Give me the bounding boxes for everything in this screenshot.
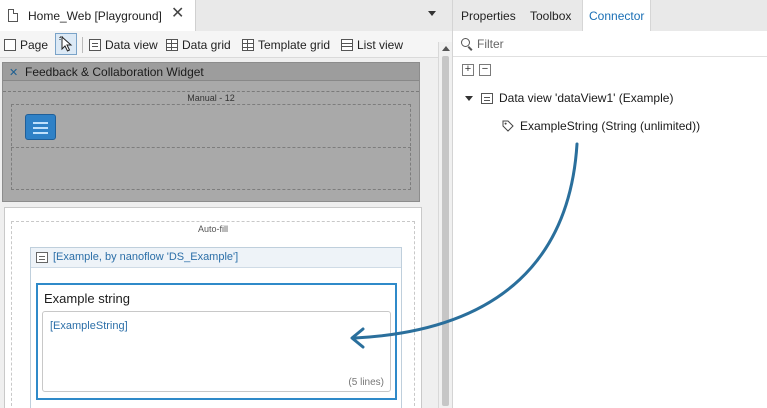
page-button-label: Page [20,38,49,52]
template-grid-button[interactable]: Template grid [242,35,330,55]
data-view-button[interactable]: Data view [89,35,158,55]
chevron-down-icon[interactable] [465,95,473,101]
tab-list-dropdown-icon[interactable] [428,11,436,16]
canvas-scrollbar[interactable] [438,42,452,408]
scrollbar-thumb[interactable] [442,56,449,406]
tree-node-data-view[interactable]: Data view 'dataView1' (Example) [465,89,673,107]
tree-node-data-view-label: Data view 'dataView1' (Example) [499,91,674,105]
layout-container-autofill[interactable]: Auto-fill [Example, by nanoflow 'DS_Exam… [11,221,415,408]
template-grid-button-label: Template grid [258,38,331,52]
data-view-button-label: Data view [105,38,158,52]
data-view-icon [481,92,493,104]
side-panel-tabs: Properties Toolbox Connector [453,0,767,31]
document-tab-title: Home_Web [Playground] [28,9,162,23]
scroll-up-icon[interactable] [442,46,450,51]
text-area-field[interactable]: [ExampleString] (5 lines) [42,311,391,392]
editor-tab-bar: Home_Web [Playground] ✕ [0,0,452,31]
layout-row-divider [11,147,411,148]
layout-container-manual[interactable]: Manual - 12 [3,91,419,199]
page-icon [8,9,18,22]
manual-label: Manual - 12 [187,93,235,103]
tag-icon [502,120,514,132]
filter-bar [453,31,767,57]
filter-input[interactable] [477,35,757,53]
close-icon[interactable]: ✕ [171,6,184,22]
search-icon [461,38,470,47]
page-button[interactable]: Page [4,35,48,55]
data-view-source: [Example, by nanoflow 'DS_Example'] [53,251,239,263]
snippet-header: ✕ Feedback & Collaboration Widget [3,63,419,81]
data-grid-button-label: Data grid [182,38,231,52]
expand-all-button[interactable]: + [462,64,474,76]
snippet-icon: ✕ [9,67,19,79]
list-view-button-label: List view [357,38,404,52]
text-area-widget[interactable]: Example string [ExampleString] (5 lines) [36,283,397,400]
text-area-lines: (5 lines) [348,377,384,388]
tab-connector[interactable]: Connector [582,0,652,31]
list-view-icon [341,39,353,51]
autofill-label: Auto-fill [197,224,228,234]
list-view-button[interactable]: List view [341,35,403,55]
page-content-area: Auto-fill [Example, by nanoflow 'DS_Exam… [4,207,422,408]
document-tab[interactable]: Home_Web [Playground] ✕ [0,0,196,31]
data-view-icon [36,252,48,263]
side-panel: Properties Toolbox Connector + − Data vi… [452,0,767,408]
data-view-widget[interactable]: [Example, by nanoflow 'DS_Example'] Exam… [30,247,402,408]
data-view-icon [89,39,101,51]
pointer-tool-button[interactable] [55,33,77,55]
text-area-value: [ExampleString] [50,320,128,332]
menu-widget[interactable] [25,114,56,140]
data-grid-button[interactable]: Data grid [166,35,231,55]
tab-properties[interactable]: Properties [461,9,516,23]
tree-node-attribute-label: ExampleString (String (unlimited)) [520,119,701,133]
tab-toolbox[interactable]: Toolbox [530,9,571,23]
widget-toolbar: Page Data view Data grid Template grid L… [0,31,452,58]
toolbar-separator [82,37,83,53]
collapse-all-button[interactable]: − [479,64,491,76]
data-grid-icon [166,39,178,51]
text-area-label: Example string [44,291,130,306]
snippet-title: Feedback & Collaboration Widget [25,65,204,79]
pointer-icon [59,36,73,52]
page-icon [4,39,16,51]
page-canvas[interactable]: ✕ Feedback & Collaboration Widget Manual… [0,59,438,408]
snippet-widget[interactable]: ✕ Feedback & Collaboration Widget Manual… [2,62,420,202]
tree-node-attribute[interactable]: ExampleString (String (unlimited)) [502,117,700,135]
template-grid-icon [242,39,254,51]
data-view-header: [Example, by nanoflow 'DS_Example'] [31,248,401,268]
page-editor: Home_Web [Playground] ✕ Page Data view D… [0,0,452,408]
